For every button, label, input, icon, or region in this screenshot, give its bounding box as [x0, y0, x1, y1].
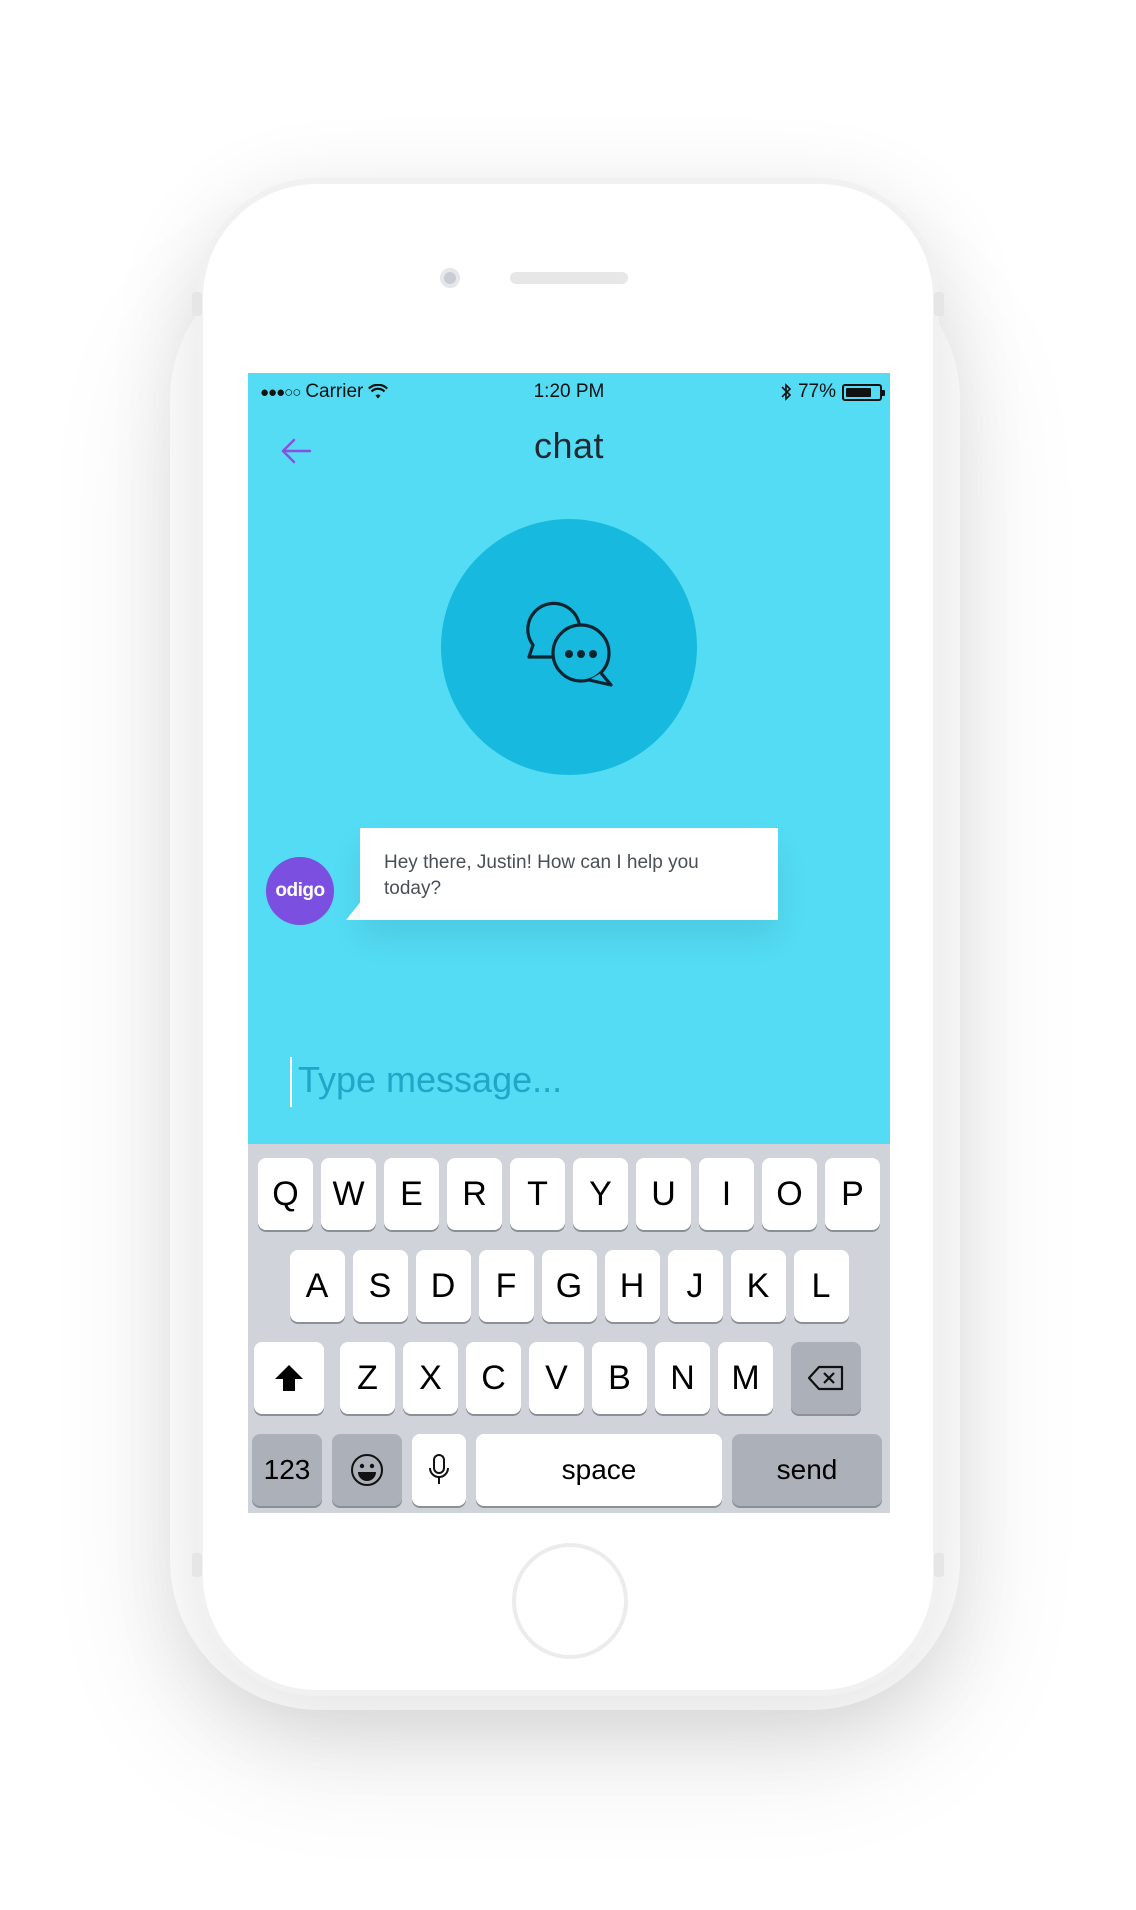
keyboard-row-3: ZXCVBNM	[248, 1342, 890, 1414]
key-d[interactable]: D	[415, 1250, 471, 1322]
key-w[interactable]: W	[321, 1158, 376, 1230]
key-l[interactable]: L	[793, 1250, 849, 1322]
text-cursor	[290, 1057, 292, 1107]
key-z[interactable]: Z	[340, 1342, 395, 1414]
keyboard-row-4: 123 space send	[248, 1434, 890, 1506]
key-t[interactable]: T	[510, 1158, 565, 1230]
dictation-key[interactable]	[412, 1434, 466, 1506]
key-m[interactable]: M	[718, 1342, 773, 1414]
backspace-icon	[807, 1365, 844, 1391]
key-a[interactable]: A	[289, 1250, 345, 1322]
key-r[interactable]: R	[447, 1158, 502, 1230]
page-title: chat	[533, 425, 605, 466]
key-q[interactable]: Q	[258, 1158, 313, 1230]
battery-level-fill	[846, 387, 871, 397]
side-button-right	[934, 292, 944, 316]
send-key[interactable]: send	[732, 1434, 882, 1506]
microphone-icon	[429, 1454, 449, 1484]
key-x[interactable]: X	[403, 1342, 458, 1414]
numbers-key[interactable]: 123	[252, 1434, 322, 1506]
key-g[interactable]: G	[541, 1250, 597, 1322]
key-j[interactable]: J	[667, 1250, 723, 1322]
key-v[interactable]: V	[529, 1342, 584, 1414]
key-f[interactable]: F	[478, 1250, 534, 1322]
emoji-icon	[351, 1454, 383, 1486]
key-n[interactable]: N	[655, 1342, 710, 1414]
battery-percent: 77%	[797, 381, 836, 402]
status-bar: ●●●○○ Carrier 1:20 PM 77%	[248, 373, 890, 409]
emoji-key[interactable]	[332, 1434, 402, 1506]
key-s[interactable]: S	[352, 1250, 408, 1322]
battery-icon	[842, 383, 885, 401]
side-button-left	[192, 292, 202, 316]
front-camera	[440, 268, 460, 288]
home-button[interactable]	[512, 1543, 628, 1659]
space-key[interactable]: space	[476, 1434, 722, 1506]
chat-hero-badge	[441, 519, 697, 775]
key-c[interactable]: C	[466, 1342, 521, 1414]
keyboard-row-3-letters: ZXCVBNM	[336, 1342, 777, 1414]
key-e[interactable]: E	[384, 1158, 439, 1230]
side-button-right-bottom	[934, 1553, 944, 1577]
key-y[interactable]: Y	[573, 1158, 628, 1230]
message-input[interactable]	[298, 1053, 848, 1107]
shift-arrow-icon	[275, 1365, 303, 1391]
key-p[interactable]: P	[825, 1158, 880, 1230]
bluetooth-icon	[781, 383, 792, 401]
bot-message-bubble: Hey there, Justin! How can I help you to…	[360, 828, 778, 920]
chat-bubbles-icon	[526, 601, 613, 687]
message-composer	[290, 1053, 850, 1107]
backspace-key[interactable]	[791, 1342, 861, 1414]
earpiece-speaker	[510, 272, 628, 284]
battery-tip	[882, 389, 885, 396]
key-h[interactable]: H	[604, 1250, 660, 1322]
chat-screen: ●●●○○ Carrier 1:20 PM 77% chat odigo Hey…	[248, 373, 890, 1513]
key-o[interactable]: O	[762, 1158, 817, 1230]
status-right: 77%	[780, 381, 885, 403]
key-u[interactable]: U	[636, 1158, 691, 1230]
bot-avatar: odigo	[266, 857, 334, 925]
key-k[interactable]: K	[730, 1250, 786, 1322]
key-b[interactable]: B	[592, 1342, 647, 1414]
keyboard-row-2: ASDFGHJKL	[248, 1250, 890, 1322]
key-i[interactable]: I	[699, 1158, 754, 1230]
side-button-left-bottom	[192, 1553, 202, 1577]
keyboard-row-1: QWERTYUIOP	[248, 1158, 890, 1230]
shift-key[interactable]	[254, 1342, 324, 1414]
keyboard: QWERTYUIOP ASDFGHJKL ZXCVBNM 123 space s…	[248, 1144, 890, 1513]
